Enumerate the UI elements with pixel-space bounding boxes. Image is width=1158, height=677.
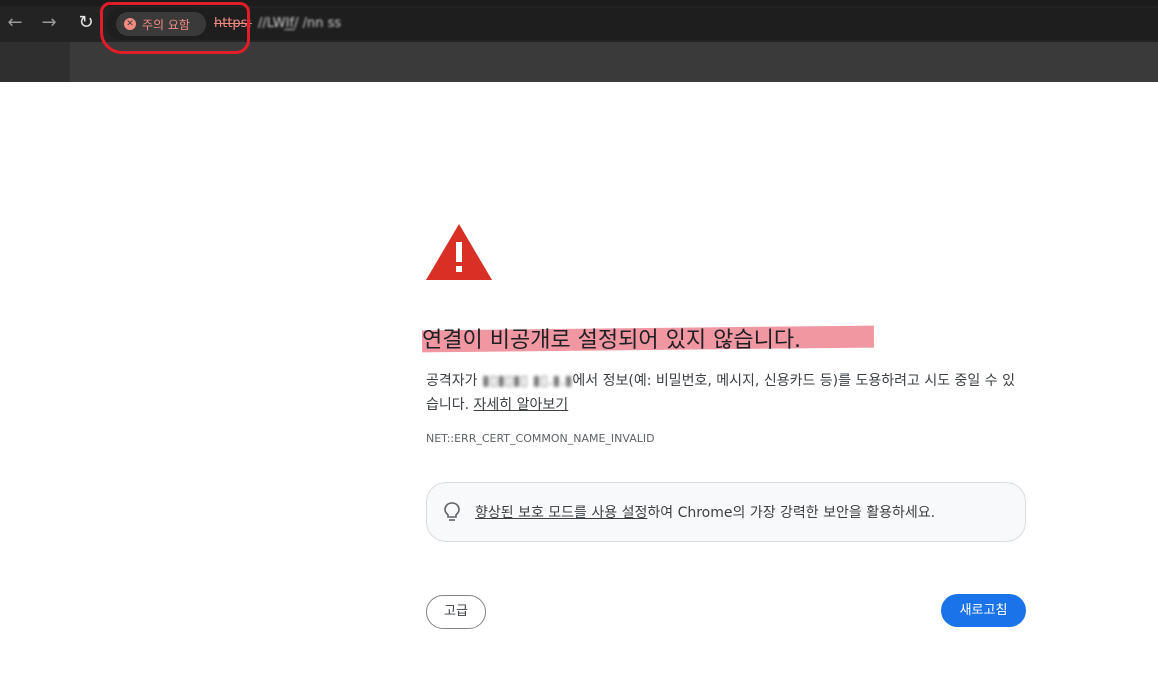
warning-triangle-icon — [426, 224, 492, 280]
description-prefix: 공격자가 — [426, 373, 482, 389]
tab-shadow — [0, 42, 70, 82]
host-name: ▮▯▮▯▮▯ ▮▯.▮.▮ — [481, 373, 573, 389]
back-button[interactable]: ← — [4, 12, 26, 34]
learn-more-link[interactable]: 자세히 알아보기 — [474, 397, 569, 413]
error-code: NET::ERR_CERT_COMMON_NAME_INVALID — [426, 432, 655, 445]
forward-button[interactable]: → — [38, 12, 60, 34]
description-text: 공격자가 ▮▯▮▯▮▯ ▮▯.▮.▮에서 정보(예: 비밀번호, 메시지, 신용… — [426, 369, 1026, 417]
hint-text: 향상된 보호 모드를 사용 설정하여 Chrome의 가장 강력한 보안을 활용… — [475, 502, 935, 522]
enhanced-protection-link[interactable]: 향상된 보호 모드를 사용 설정 — [475, 505, 647, 521]
reload-page-button[interactable]: 새로고침 — [941, 594, 1026, 627]
reload-button[interactable]: ↻ — [75, 12, 97, 34]
browser-toolbar: ← → ↻ ✕ 주의 요함 https: //LWI̲f̲/ /nn ss — [0, 0, 1158, 82]
lightbulb-icon — [444, 502, 460, 521]
advanced-button[interactable]: 고급 — [426, 595, 486, 629]
hint-text-suffix: 하여 Chrome의 가장 강력한 보안을 활용하세요. — [647, 505, 936, 521]
url-host: //LWI̲f̲/ /nn ss — [258, 16, 342, 31]
page-title: 연결이 비공개로 설정되어 있지 않습니다. — [422, 328, 802, 353]
annotation-circle — [100, 2, 250, 54]
enhanced-protection-hint: 향상된 보호 모드를 사용 설정하여 Chrome의 가장 강력한 보안을 활용… — [426, 482, 1026, 542]
